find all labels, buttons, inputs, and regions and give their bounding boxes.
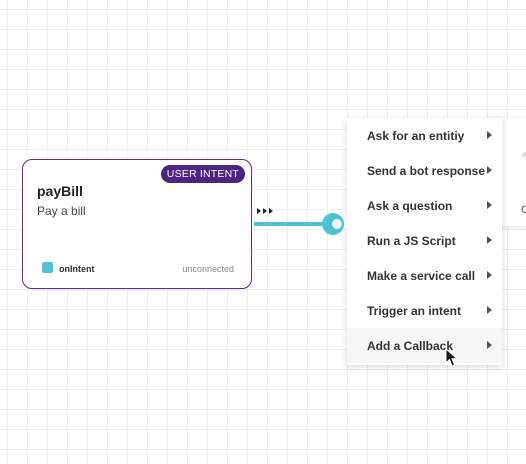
chevron-right-icon: [487, 306, 492, 314]
chevron-right-icon: [487, 201, 492, 209]
chevron-right-icon: [487, 131, 492, 139]
chevron-right-icon: [487, 341, 492, 349]
menu-item-label: Ask for an entitiy: [367, 128, 465, 143]
connection-status: unconnected: [182, 264, 234, 274]
menu-item-label: Add a Callback: [367, 338, 454, 353]
chevron-right-icon: [487, 271, 492, 279]
node-title: payBill: [37, 183, 83, 199]
chevron-right-icon: [487, 166, 492, 174]
connector-line: [254, 222, 328, 226]
menu-item-add-callback[interactable]: Add a Callback: [347, 328, 502, 363]
menu-item-ask-for-entity[interactable]: Ask for an entitiy: [347, 118, 502, 153]
menu-item-label: Make a service call: [367, 268, 476, 283]
node-description: Pay a bill: [37, 204, 86, 218]
menu-item-run-js-script[interactable]: Run a JS Script: [347, 223, 502, 258]
connection-handle-icon[interactable]: [322, 213, 344, 235]
menu-item-make-service-call[interactable]: Make a service call: [347, 258, 502, 293]
side-panel-text-a: a: [522, 150, 526, 159]
menu-item-label: Trigger an intent: [367, 303, 462, 318]
menu-item-label: Run a JS Script: [367, 233, 456, 248]
output-port-icon[interactable]: [42, 262, 53, 273]
menu-item-label: Ask a question: [367, 198, 453, 213]
user-intent-badge: USER INTENT: [160, 165, 245, 183]
output-port-label: onIntent: [59, 264, 95, 274]
menu-item-send-bot-response[interactable]: Send a bot response: [347, 153, 502, 188]
menu-item-trigger-intent[interactable]: Trigger an intent: [347, 293, 502, 328]
side-panel-text-b: C: [521, 204, 526, 216]
add-step-context-menu: Ask for an entitiy Send a bot response A…: [347, 118, 502, 365]
triple-arrow-icon: [257, 208, 273, 214]
intent-node-paybill[interactable]: USER INTENT payBill Pay a bill onIntent …: [22, 159, 252, 289]
mouse-pointer-icon: [445, 348, 459, 367]
menu-item-ask-question[interactable]: Ask a question: [347, 188, 502, 223]
chevron-right-icon: [487, 236, 492, 244]
menu-item-label: Send a bot response: [367, 163, 486, 178]
flow-canvas[interactable]: USER INTENT payBill Pay a bill onIntent …: [0, 0, 526, 464]
